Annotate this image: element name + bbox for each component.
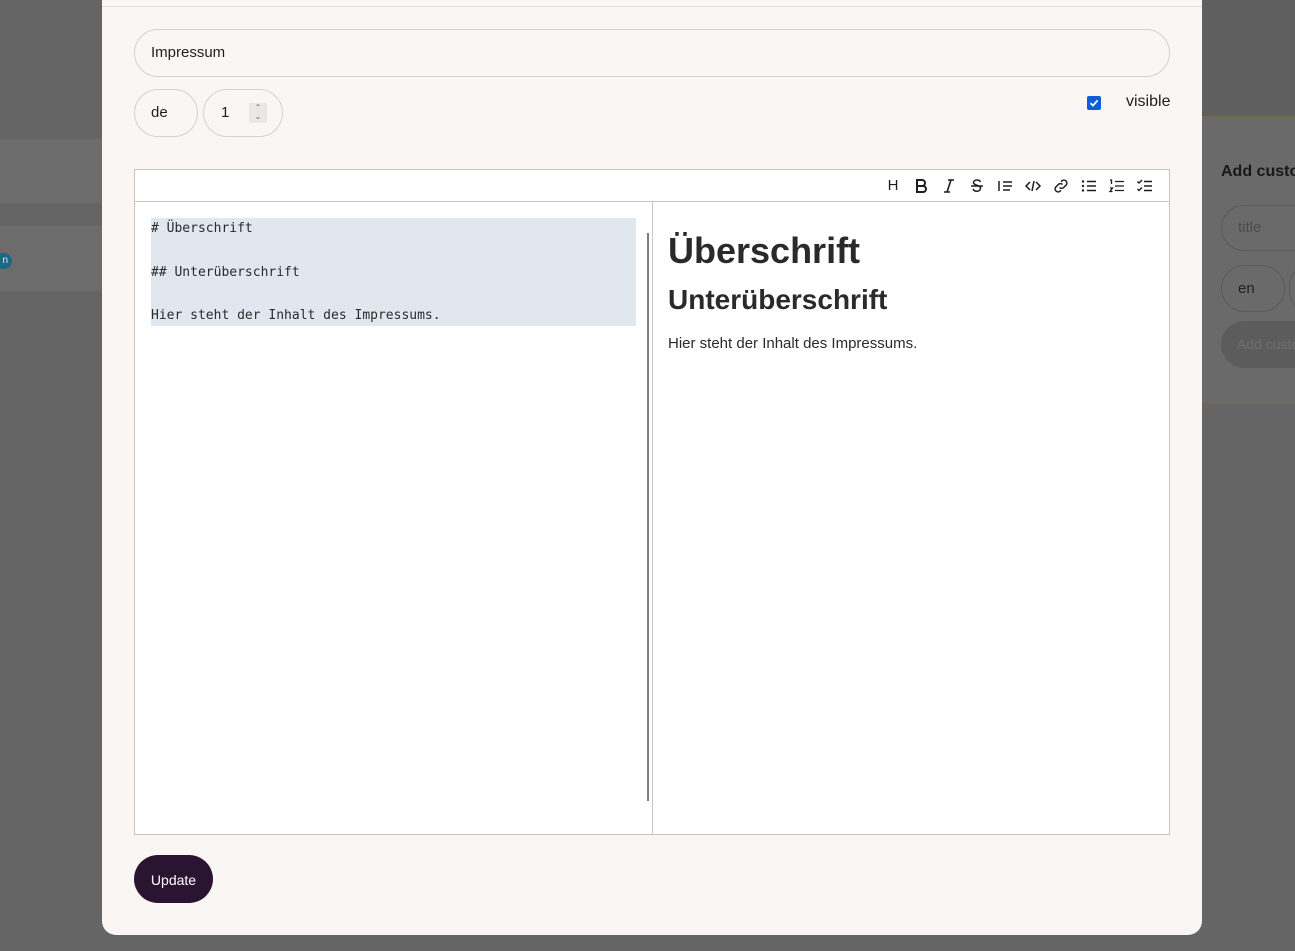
order-value: 1 xyxy=(221,104,230,121)
spinner-down-icon[interactable]: ⌄ xyxy=(249,112,267,121)
markdown-source-pane[interactable]: # Überschrift ## Unterüberschrift Hier s… xyxy=(135,202,653,834)
markdown-preview-pane: Überschrift Unterüberschrift Hier steht … xyxy=(653,202,1169,834)
visible-checkbox[interactable] xyxy=(1087,96,1101,110)
ordered-list-icon[interactable] xyxy=(1108,177,1126,195)
markdown-line: ## Unterüberschrift xyxy=(151,265,300,280)
markdown-editor: H # Überschrift ## Unterüberschrift Hier… xyxy=(134,169,1170,835)
checklist-icon[interactable] xyxy=(1136,177,1154,195)
language-input[interactable]: de xyxy=(134,89,198,137)
background-row xyxy=(0,139,102,203)
heading-icon[interactable]: H xyxy=(884,177,902,195)
editor-toolbar: H xyxy=(135,170,1169,202)
unordered-list-icon[interactable] xyxy=(1080,177,1098,195)
background-header-area xyxy=(1202,0,1295,116)
quote-icon[interactable] xyxy=(996,177,1014,195)
number-spinner[interactable]: ⌃ ⌄ xyxy=(249,103,267,123)
modal-header-divider xyxy=(102,6,1202,7)
link-icon[interactable] xyxy=(1052,177,1070,195)
bold-icon[interactable] xyxy=(912,177,930,195)
preview-heading-1: Überschrift xyxy=(668,230,861,271)
update-button[interactable]: Update xyxy=(134,855,213,903)
editor-scrollbar[interactable] xyxy=(647,233,649,801)
markdown-line: Hier steht der Inhalt des Impressums. xyxy=(151,308,441,323)
code-icon[interactable] xyxy=(1024,177,1042,195)
background-add-button: Add custo xyxy=(1221,321,1295,368)
page-title-input[interactable]: Impressum xyxy=(134,29,1170,77)
background-panel-title: Add custo xyxy=(1221,163,1295,180)
background-lang-input: en xyxy=(1221,265,1285,312)
strikethrough-icon[interactable] xyxy=(968,177,986,195)
checkmark-icon xyxy=(1089,99,1099,107)
preview-paragraph: Hier steht der Inhalt des Impressums. xyxy=(668,335,918,352)
background-row-active xyxy=(0,226,102,291)
markdown-line: # Überschrift xyxy=(151,221,253,236)
spinner-up-icon[interactable]: ⌃ xyxy=(249,103,267,112)
visible-label: visible xyxy=(1126,93,1171,110)
italic-icon[interactable] xyxy=(940,177,958,195)
background-title-input: title xyxy=(1221,205,1295,251)
preview-heading-2: Unterüberschrift xyxy=(668,284,888,315)
order-number-input[interactable]: 1 ⌃ ⌄ xyxy=(203,89,283,137)
edit-page-modal: Impressum de 1 ⌃ ⌄ visible H # Überschri… xyxy=(102,0,1202,935)
